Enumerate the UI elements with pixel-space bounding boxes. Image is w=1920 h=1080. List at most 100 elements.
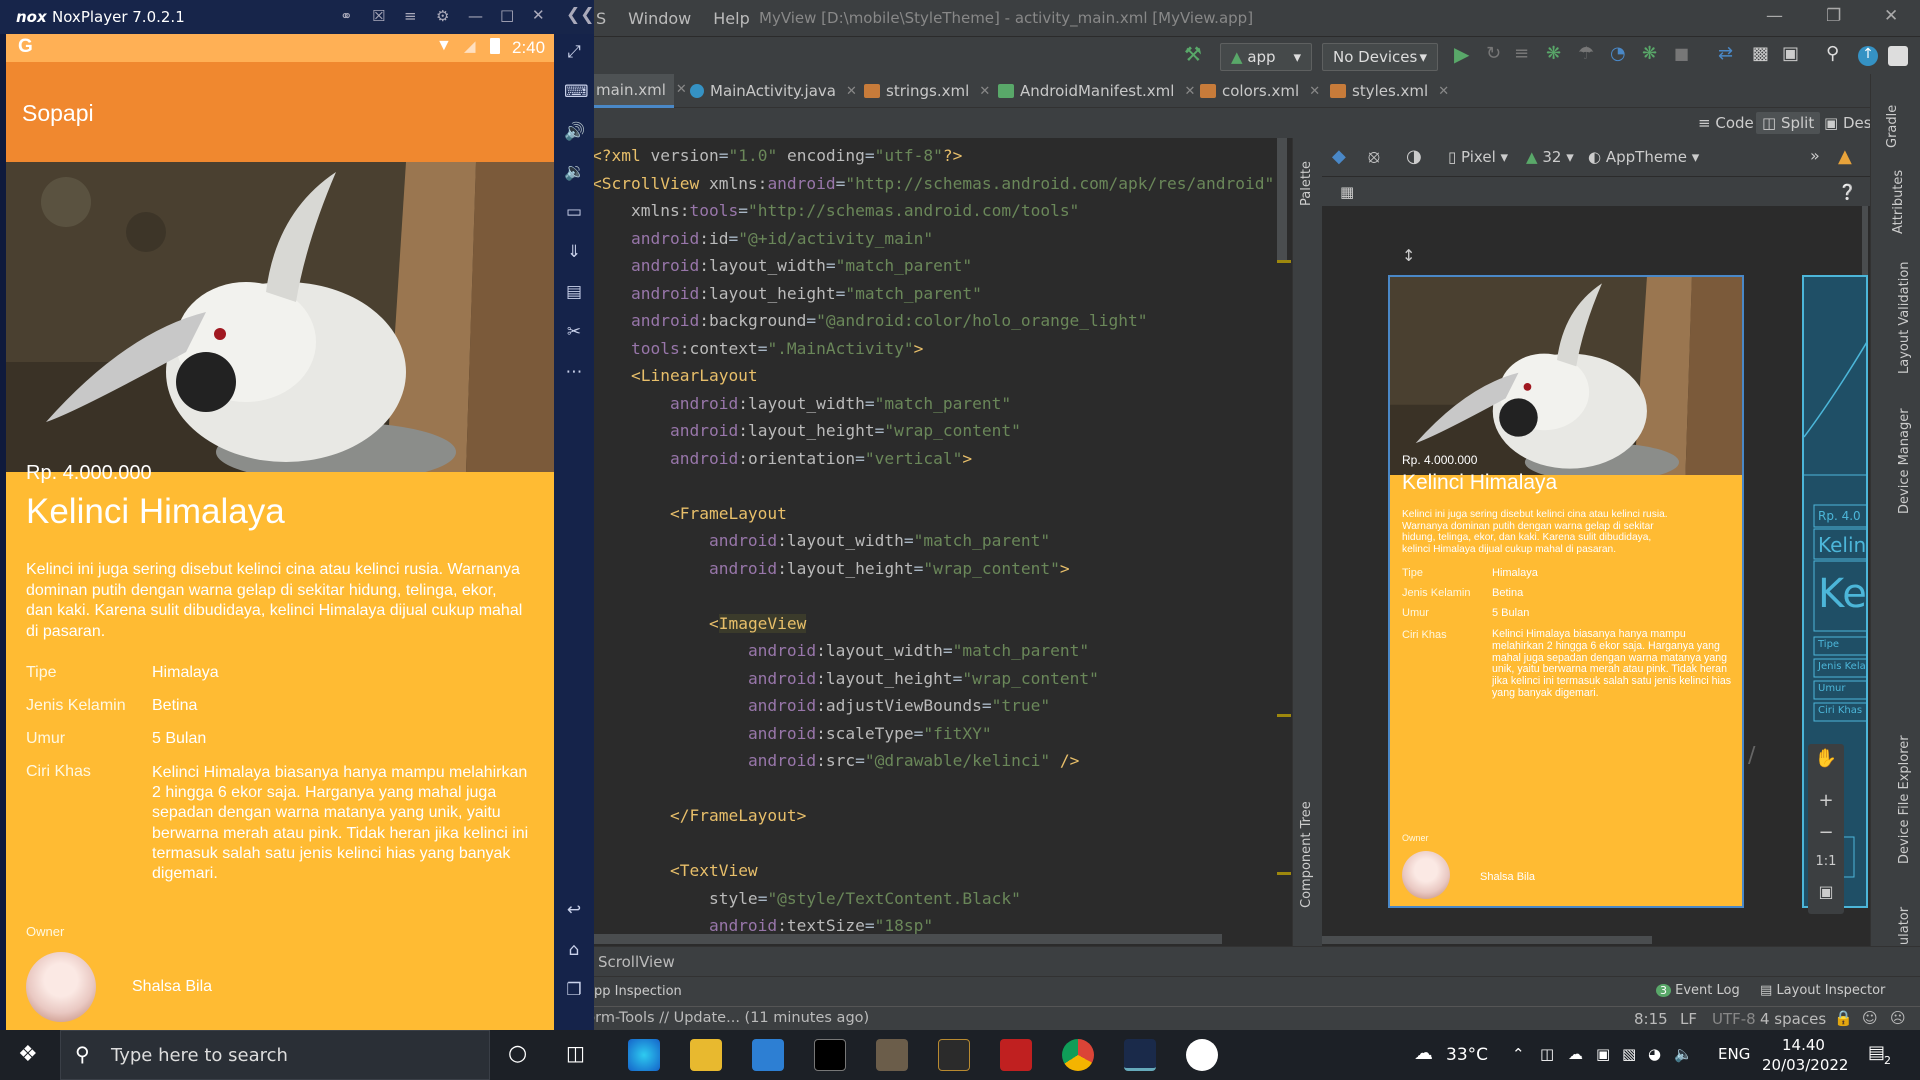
breadcrumb[interactable]: ScrollView xyxy=(598,953,675,971)
night-mode-icon[interactable]: ◑ xyxy=(1406,146,1422,167)
file-explorer-icon[interactable] xyxy=(690,1039,722,1071)
more-icon[interactable]: ⋯ xyxy=(564,362,584,382)
code-line[interactable]: android:layout_height="wrap_content" xyxy=(592,417,1274,445)
code-line[interactable]: <FrameLayout xyxy=(592,500,1274,528)
code-line[interactable]: android:id="@+id/activity_main" xyxy=(592,225,1274,253)
layers-icon[interactable]: ◆ xyxy=(1332,146,1346,167)
close-tab-icon[interactable]: ✕ xyxy=(846,84,857,99)
warning-icon[interactable]: ▲ xyxy=(1838,146,1852,167)
code-line[interactable]: <ImageView xyxy=(592,610,1274,638)
search-icon[interactable]: ⚲ xyxy=(1826,43,1846,64)
menu-icon[interactable]: ≡ xyxy=(404,7,417,25)
palette-tab[interactable]: Palette xyxy=(1299,161,1314,206)
menu-item-window[interactable]: Window xyxy=(628,9,691,28)
caret-position[interactable]: 8:15 xyxy=(1634,1010,1668,1028)
android-screen[interactable]: G ▼ ◢ 2:40 Sopapi Rp. 4.000.000 Kelinci … xyxy=(6,34,554,1030)
file-encoding[interactable]: UTF-8 xyxy=(1712,1010,1756,1028)
speaker-icon[interactable]: 🔈 xyxy=(1674,1045,1693,1063)
close-icon[interactable]: ✕ xyxy=(1884,6,1898,26)
code-line[interactable]: android:layout_width="match_parent" xyxy=(592,527,1274,555)
menu-item-help[interactable]: Help xyxy=(713,9,749,28)
code-line[interactable]: <ScrollView xmlns:android="http://schema… xyxy=(592,170,1274,198)
zoom-fit-icon[interactable]: ▣ xyxy=(1808,882,1844,901)
screen-icon[interactable]: ▭ xyxy=(564,202,584,222)
game-app-icon[interactable] xyxy=(876,1039,908,1071)
layout-inspector-tab[interactable]: ▤ Layout Inspector xyxy=(1760,983,1885,998)
back-icon[interactable]: ↩ xyxy=(564,900,584,920)
settings-gear-icon[interactable]: ⚙ xyxy=(436,7,449,25)
home-icon[interactable]: ⌂ xyxy=(564,940,584,960)
screenshot-scissors-icon[interactable]: ✂ xyxy=(564,322,584,342)
close-tab-icon[interactable]: ✕ xyxy=(1309,84,1320,99)
tray-chevron-icon[interactable]: ⌃ xyxy=(1512,1045,1525,1063)
event-log-tab[interactable]: 3 Event Log xyxy=(1656,983,1740,998)
sync-gradle-icon[interactable]: ⇄ xyxy=(1718,43,1738,64)
theme-picker[interactable]: ◐ AppTheme ▾ xyxy=(1588,148,1699,166)
mic-icon[interactable]: ⚭ xyxy=(340,7,353,25)
close-tab-icon[interactable]: ✕ xyxy=(676,82,687,97)
editor-hscrollbar[interactable] xyxy=(592,934,1222,944)
code-line[interactable] xyxy=(592,582,1274,610)
face-icon[interactable]: ☺ xyxy=(1862,1009,1878,1027)
code-line[interactable]: </FrameLayout> xyxy=(592,802,1274,830)
red-app-icon[interactable] xyxy=(1000,1039,1032,1071)
code-line[interactable]: android:layout_width="match_parent" xyxy=(592,252,1274,280)
minimize-icon[interactable]: — xyxy=(1766,6,1783,26)
run-config-select[interactable]: ▲ app ▾ xyxy=(1220,43,1312,71)
attributes-tab[interactable]: Attributes xyxy=(1891,170,1906,234)
help-icon[interactable]: ❔ xyxy=(1838,183,1857,201)
layout-validation-tab[interactable]: Layout Validation xyxy=(1897,261,1912,374)
sdk-manager-icon[interactable]: ▣ xyxy=(1782,43,1802,64)
code-editor[interactable]: <?xml version="1.0" encoding="utf-8"?> <S… xyxy=(592,138,1292,946)
maximize-icon[interactable]: □ xyxy=(500,6,514,24)
code-line[interactable]: android:layout_width="match_parent" xyxy=(592,637,1274,665)
tab-androidmanifest-xml[interactable]: AndroidManifest.xml ✕ xyxy=(998,74,1195,108)
run-icon[interactable]: ▶ xyxy=(1454,42,1474,66)
tray-device-icon[interactable]: ◫ xyxy=(1540,1045,1554,1063)
code-line[interactable] xyxy=(592,472,1274,500)
code-line[interactable]: <LinearLayout xyxy=(592,362,1274,390)
tray-display-icon[interactable]: ▣ xyxy=(1596,1045,1610,1063)
fullscreen-icon[interactable]: ⤢ xyxy=(564,42,584,62)
windows-start-icon[interactable]: ❖ xyxy=(18,1042,38,1067)
menu-item-code[interactable]: S xyxy=(596,9,606,28)
design-hscrollbar[interactable] xyxy=(1322,936,1652,944)
tab-styles-xml[interactable]: styles.xml ✕ xyxy=(1330,74,1449,108)
code-line[interactable] xyxy=(592,830,1274,858)
code-line[interactable] xyxy=(592,775,1274,803)
multi-drive-icon[interactable]: ▤ xyxy=(564,282,584,302)
code-line[interactable]: <TextView xyxy=(592,857,1274,885)
cortana-icon[interactable]: ○ xyxy=(508,1041,527,1066)
close-tab-icon[interactable]: ✕ xyxy=(1184,84,1195,99)
android-studio-taskbar-icon[interactable] xyxy=(938,1039,970,1071)
word-icon[interactable] xyxy=(1186,1039,1218,1071)
xml-code[interactable]: <?xml version="1.0" encoding="utf-8"?> <S… xyxy=(592,142,1274,940)
network-icon[interactable]: ◕ xyxy=(1648,1045,1661,1063)
indent-setting[interactable]: 4 spaces xyxy=(1760,1010,1826,1028)
layout-preview[interactable]: Rp. 4.000.000 Kelinci Himalaya Kelinci i… xyxy=(1388,275,1744,908)
tab-strings-xml[interactable]: strings.xml ✕ xyxy=(864,74,990,108)
code-line[interactable]: android:src="@drawable/kelinci" /> xyxy=(592,747,1274,775)
edge-icon[interactable] xyxy=(628,1039,660,1071)
weather-temp[interactable]: 33°C xyxy=(1446,1045,1488,1065)
code-line[interactable]: android:background="@android:color/holo_… xyxy=(592,307,1274,335)
tab-mainactivity-java[interactable]: MainActivity.java ✕ xyxy=(690,74,857,108)
nox-taskbar-icon[interactable] xyxy=(1124,1039,1156,1071)
code-line[interactable]: android:layout_width="match_parent" xyxy=(592,390,1274,418)
code-line[interactable]: android:layout_height="wrap_content"> xyxy=(592,555,1274,583)
volume-down-icon[interactable]: 🔉 xyxy=(564,162,585,182)
code-line[interactable]: tools:context=".MainActivity"> xyxy=(592,335,1274,363)
close-tab-icon[interactable]: ✕ xyxy=(1438,84,1449,99)
device-file-explorer-tab[interactable]: Device File Explorer xyxy=(1897,735,1912,864)
volume-up-icon[interactable]: 🔊 xyxy=(564,122,585,142)
apply-code-icon[interactable]: ≡ xyxy=(1514,43,1534,64)
code-line[interactable]: android:orientation="vertical"> xyxy=(592,445,1274,473)
device-picker[interactable]: ▯ Pixel ▾ xyxy=(1448,148,1508,166)
api-picker[interactable]: ▲ 32 ▾ xyxy=(1526,148,1574,166)
weather-icon[interactable]: ☁ xyxy=(1414,1042,1433,1064)
terminal-icon[interactable] xyxy=(814,1039,846,1071)
line-separator[interactable]: LF xyxy=(1680,1010,1697,1028)
gradle-tab[interactable]: Gradle xyxy=(1885,105,1900,148)
code-line[interactable]: <?xml version="1.0" encoding="utf-8"?> xyxy=(592,142,1274,170)
coverage-icon[interactable]: ☂ xyxy=(1578,43,1598,64)
